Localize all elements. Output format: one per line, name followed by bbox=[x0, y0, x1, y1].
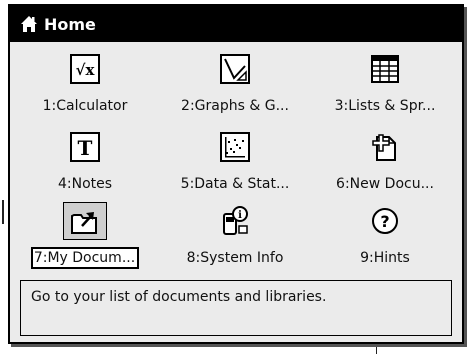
menu-item-label: 4:Notes bbox=[57, 176, 113, 192]
svg-text:i: i bbox=[238, 210, 242, 221]
svg-text:T: T bbox=[78, 136, 93, 160]
menu-item-label: 2:Graphs & G... bbox=[181, 98, 289, 114]
status-description: Go to your list of documents and librari… bbox=[20, 280, 452, 336]
menu-item-label: 6:New Docu... bbox=[336, 176, 434, 192]
window-title: Home bbox=[44, 14, 96, 34]
status-text: Go to your list of documents and librari… bbox=[31, 289, 327, 305]
menu-item-label: 1:Calculator bbox=[42, 98, 128, 114]
menu-item-notes[interactable]: T 4:Notes bbox=[10, 128, 160, 200]
menu-item-new-document[interactable]: 6:New Docu... bbox=[310, 128, 460, 200]
spreadsheet-icon bbox=[370, 54, 400, 84]
graphs-icon bbox=[220, 54, 250, 84]
background-line bbox=[376, 344, 377, 354]
folder-icon bbox=[70, 206, 100, 236]
svg-text:?: ? bbox=[380, 212, 389, 231]
background-line bbox=[2, 200, 4, 224]
menu-item-hints[interactable]: ? 9:Hints bbox=[310, 202, 460, 274]
menu-item-label: 5:Data & Stat... bbox=[180, 176, 290, 192]
new-document-icon bbox=[370, 132, 400, 162]
menu-item-my-documents[interactable]: 7:My Docum... bbox=[10, 202, 160, 274]
menu-item-label: 8:System Info bbox=[186, 250, 284, 266]
menu-item-label: 9:Hints bbox=[360, 250, 410, 266]
menu-item-label: 7:My Docum... bbox=[10, 247, 160, 269]
home-menu-dialog: Home √x 1:Calculator 2:Graphs & G... 3:L… bbox=[8, 4, 464, 344]
data-stats-icon bbox=[220, 132, 250, 162]
selected-label: 7:My Docum... bbox=[30, 247, 140, 269]
menu-item-graphs[interactable]: 2:Graphs & G... bbox=[160, 50, 310, 122]
title-bar: Home bbox=[10, 6, 462, 42]
home-icon bbox=[20, 15, 38, 33]
menu-item-label: 3:Lists & Spr... bbox=[334, 98, 436, 114]
app-grid: √x 1:Calculator 2:Graphs & G... 3:Lists … bbox=[10, 50, 462, 270]
help-icon: ? bbox=[370, 206, 400, 236]
system-info-icon: i bbox=[220, 206, 250, 236]
menu-item-system-info[interactable]: i 8:System Info bbox=[160, 202, 310, 274]
menu-item-calculator[interactable]: √x 1:Calculator bbox=[10, 50, 160, 122]
notes-icon: T bbox=[70, 132, 100, 162]
calculator-icon: √x bbox=[70, 54, 100, 84]
menu-item-lists[interactable]: 3:Lists & Spr... bbox=[310, 50, 460, 122]
svg-text:√x: √x bbox=[76, 61, 96, 79]
menu-item-data-stats[interactable]: 5:Data & Stat... bbox=[160, 128, 310, 200]
